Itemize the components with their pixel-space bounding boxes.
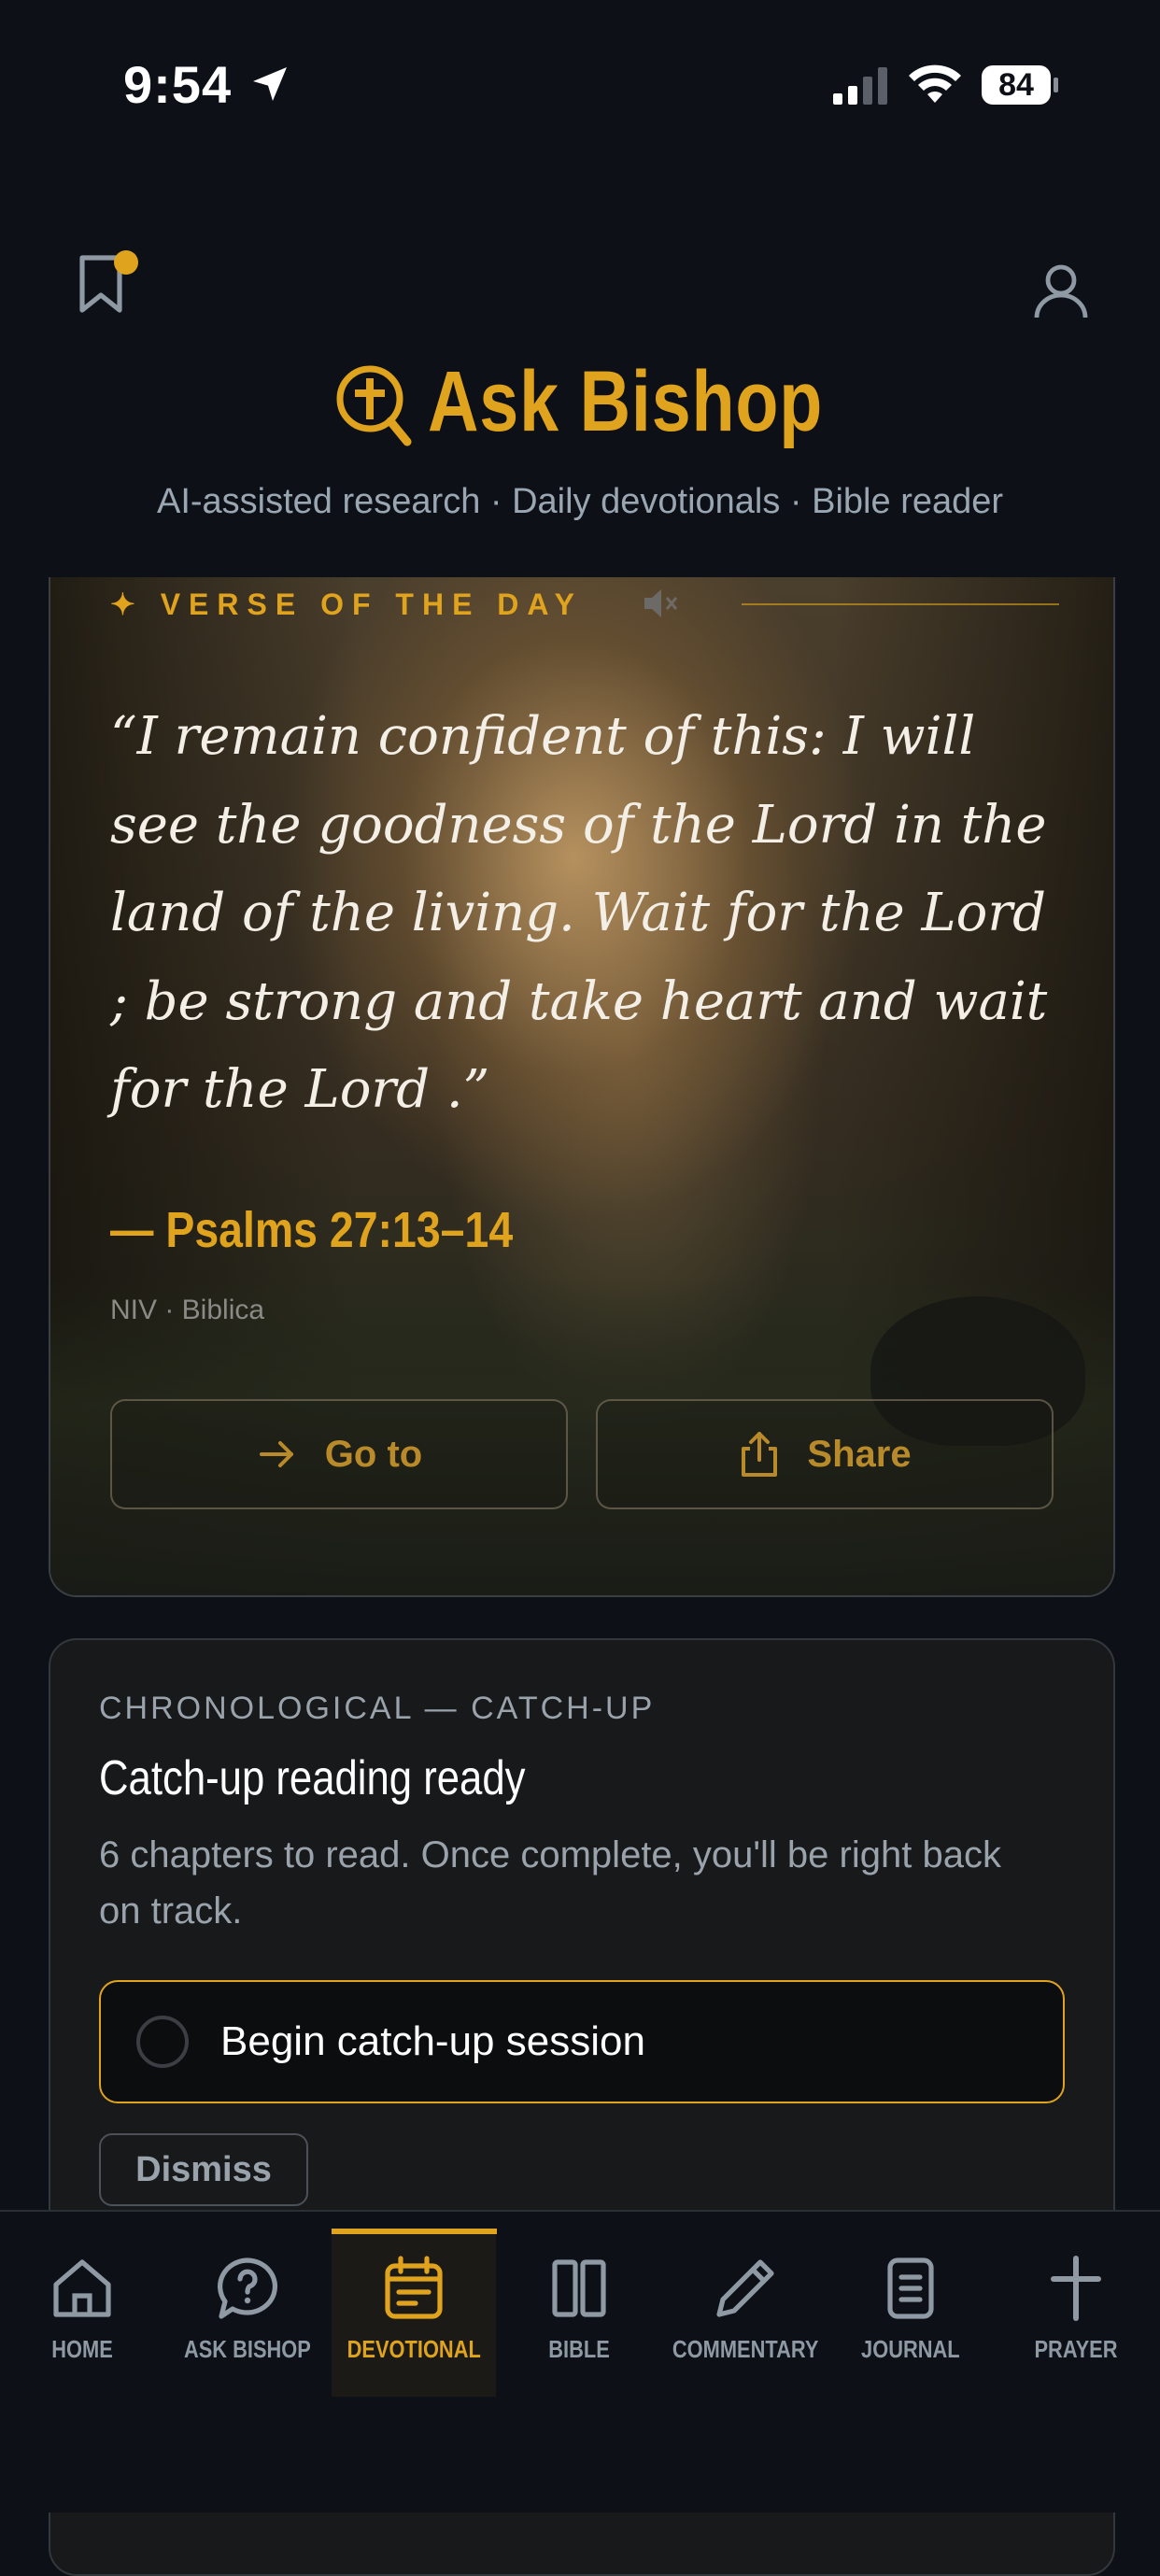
active-tab-indicator xyxy=(332,2229,497,2234)
catch-up-title: Catch-up reading ready xyxy=(99,1751,526,1805)
share-button[interactable]: Share xyxy=(596,1399,1054,1509)
go-to-button[interactable]: Go to xyxy=(110,1399,568,1509)
home-icon xyxy=(53,2259,111,2317)
nav-item-journal[interactable]: JOURNAL xyxy=(828,2230,993,2397)
nav-item-commentary[interactable]: COMMENTARY xyxy=(663,2230,828,2397)
catch-up-eyebrow: CHRONOLOGICAL — CATCH-UP xyxy=(99,1691,656,1726)
verse-text: “I remain confident of this: I will see … xyxy=(110,706,1048,1120)
notification-dot xyxy=(114,250,138,275)
nav-label-commentary: COMMENTARY xyxy=(672,2335,819,2363)
bottom-nav: HOME ASK BISHOP DEVOTIONAL BIBLE COMMENT… xyxy=(0,2210,1160,2512)
nav-item-ask-bishop[interactable]: ASK BISHOP xyxy=(165,2230,330,2397)
nav-label-ask-bishop: ASK BISHOP xyxy=(184,2335,311,2363)
nav-item-bible[interactable]: BIBLE xyxy=(497,2230,661,2397)
wifi-icon xyxy=(909,64,961,103)
nav-label-home: HOME xyxy=(51,2335,113,2363)
journal-icon xyxy=(887,2258,934,2319)
app-title: Ask Bishop xyxy=(427,354,824,449)
status-time: 9:54 xyxy=(123,55,233,114)
profile-icon[interactable] xyxy=(1031,262,1091,321)
book-icon xyxy=(552,2259,606,2317)
go-to-label: Go to xyxy=(324,1433,423,1475)
nav-label-devotional: DEVOTIONAL xyxy=(347,2335,481,2363)
logo-magnifier-cross-icon xyxy=(336,365,412,446)
verse-of-the-day-card: ✦ VERSE OF THE DAY “I remain confident o… xyxy=(49,577,1115,1597)
location-arrow-icon xyxy=(253,67,287,101)
cellular-signal-icon xyxy=(833,67,887,105)
begin-catch-up-button[interactable]: Begin catch-up session xyxy=(99,1980,1065,2103)
nav-item-home[interactable]: HOME xyxy=(0,2230,164,2397)
verse-of-the-day-label: ✦ VERSE OF THE DAY xyxy=(110,587,583,621)
nav-label-journal: JOURNAL xyxy=(861,2335,960,2363)
app-brand: Ask Bishop xyxy=(0,353,1160,451)
nav-label-bible: BIBLE xyxy=(548,2335,610,2363)
share-icon xyxy=(742,1432,778,1477)
pen-icon xyxy=(716,2259,774,2317)
calendar-icon xyxy=(385,2256,443,2319)
begin-catch-up-label: Begin catch-up session xyxy=(220,2018,645,2064)
dismiss-button[interactable]: Dismiss xyxy=(99,2133,308,2206)
verse-version: NIV · Biblica xyxy=(110,1295,265,1325)
battery-indicator: 84 xyxy=(981,64,1059,106)
checkbox-circle-icon xyxy=(136,2016,189,2068)
divider-line xyxy=(742,603,1059,605)
arrow-right-icon xyxy=(259,1441,293,1467)
app-tagline: AI-assisted research · Daily devotionals… xyxy=(156,482,1004,521)
nav-item-prayer[interactable]: PRAYER xyxy=(994,2230,1158,2397)
nav-item-devotional[interactable]: DEVOTIONAL xyxy=(332,2230,496,2397)
cross-icon xyxy=(1051,2256,1101,2321)
chat-question-icon xyxy=(218,2258,277,2319)
nav-label-prayer: PRAYER xyxy=(1034,2335,1118,2363)
battery-level: 84 xyxy=(998,67,1034,103)
share-label: Share xyxy=(807,1433,912,1475)
catch-up-description: 6 chapters to read. Once complete, you'l… xyxy=(99,1834,1001,1932)
speaker-muted-icon[interactable] xyxy=(641,585,680,622)
verse-reference: — Psalms 27:13–14 xyxy=(110,1202,514,1258)
